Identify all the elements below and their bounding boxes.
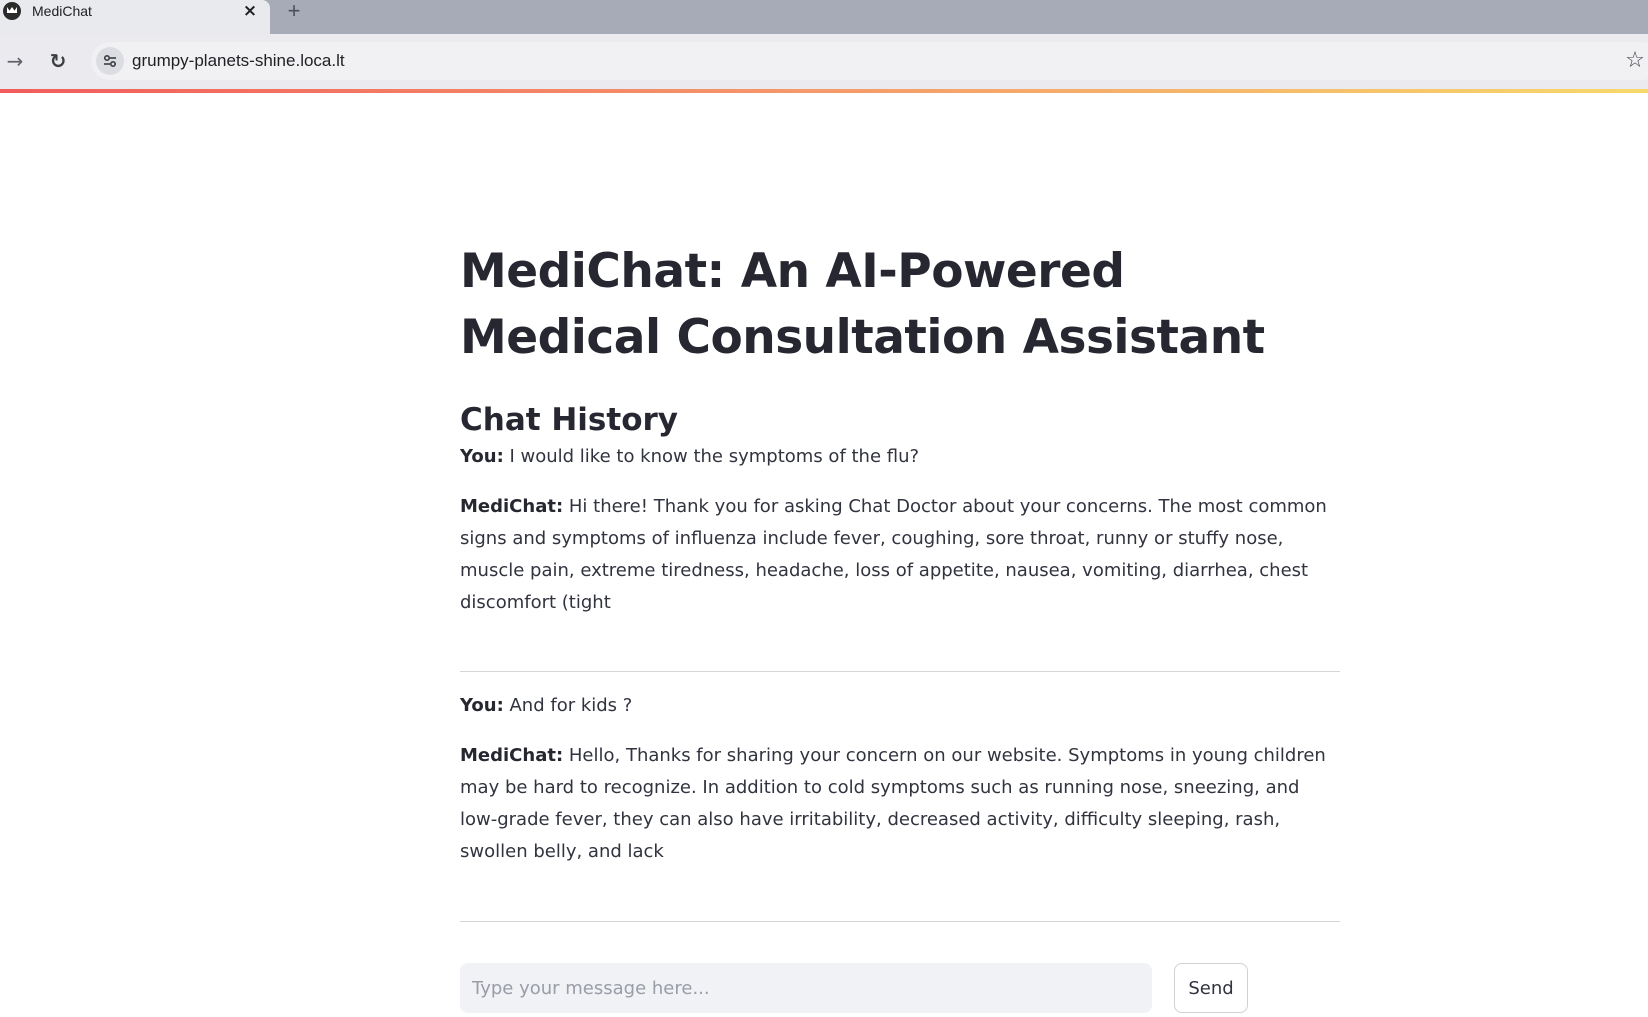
browser-tab[interactable]: MediChat × [0,0,270,34]
streamlit-crown-icon [3,2,21,20]
chat-message-user: You: And for kids ? [460,690,1340,722]
message-text: Hi there! Thank you for asking Chat Doct… [460,496,1327,613]
message-text: I would like to know the symptoms of the… [503,446,920,467]
bookmark-star-icon[interactable]: ☆ [1624,50,1646,72]
header-decoration-bar [0,89,1648,93]
tune-icon[interactable] [96,47,124,75]
chat-message-assistant: MediChat: Hi there! Thank you for asking… [460,491,1340,619]
new-tab-icon[interactable]: + [282,0,306,22]
close-tab-icon[interactable]: × [240,0,260,22]
chat-history-heading: Chat History [460,402,678,438]
chat-message-user: You: I would like to know the symptoms o… [460,441,1340,473]
message-speaker: MediChat: [460,745,564,766]
divider [460,921,1340,922]
forward-icon[interactable]: → [4,50,26,72]
page-title: MediChat: An AI-Powered Medical Consulta… [460,244,1265,365]
message-speaker: You: [460,446,504,467]
browser-tabstrip: MediChat × + [0,0,1648,34]
message-speaker: You: [460,695,504,716]
browser-toolbar: → ↻ grumpy-planets-shine.loca.lt [0,34,1648,89]
message-text: And for kids ? [503,695,633,716]
url-text[interactable]: grumpy-planets-shine.loca.lt [132,51,345,71]
reload-icon[interactable]: ↻ [47,50,69,72]
message-text: Hello, Thanks for sharing your concern o… [460,745,1326,862]
message-input[interactable] [460,963,1152,1013]
address-bar[interactable]: grumpy-planets-shine.loca.lt [91,42,1648,80]
divider [460,671,1340,672]
chat-message-assistant: MediChat: Hello, Thanks for sharing your… [460,740,1340,868]
tab-title: MediChat [32,3,92,19]
send-button[interactable]: Send [1174,963,1248,1013]
message-speaker: MediChat: [460,496,564,517]
